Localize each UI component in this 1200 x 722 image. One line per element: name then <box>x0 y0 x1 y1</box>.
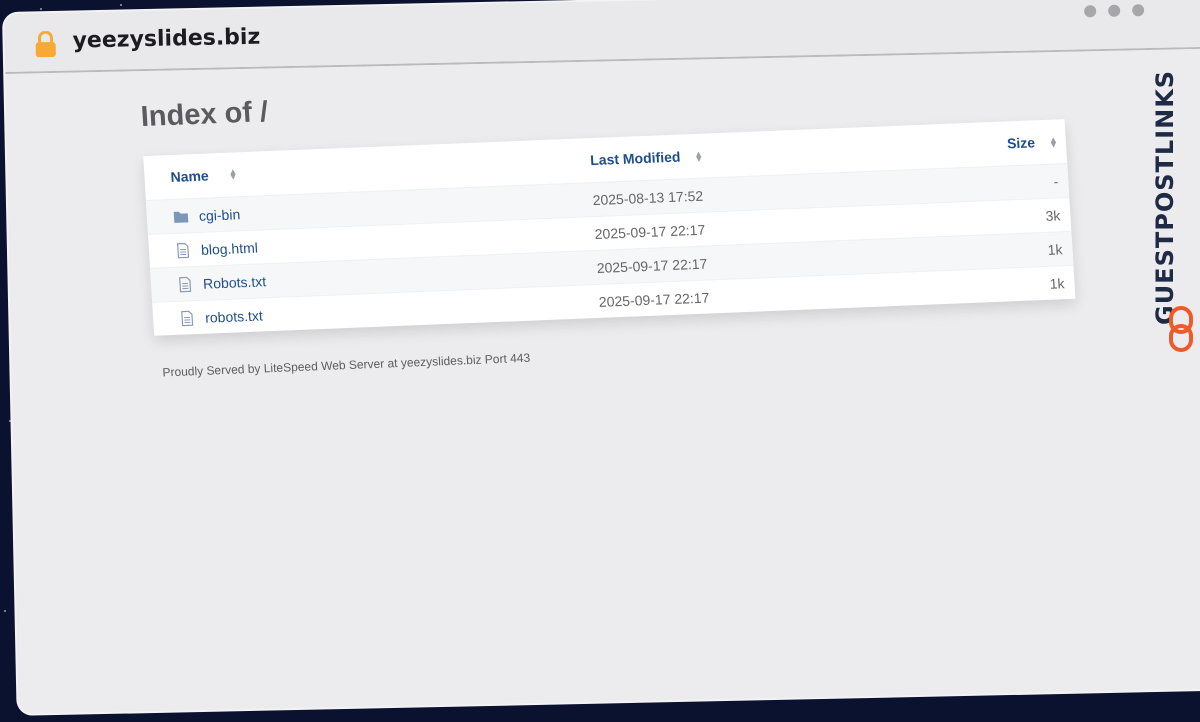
sort-icon[interactable]: ▲ ▼ <box>694 149 704 164</box>
column-header-label: Name <box>170 167 210 185</box>
file-table: Name ▲ ▼ Last Modified ▲ ▼ Size ▲ ▼ cgi-… <box>143 119 1076 336</box>
server-footer: Proudly Served by LiteSpeed Web Server a… <box>162 350 531 380</box>
file-icon <box>179 276 192 292</box>
column-header-label: Last Modified <box>589 148 681 169</box>
modified-cell: 2025-08-13 17:52 <box>592 187 704 208</box>
window-dot[interactable] <box>1108 4 1121 17</box>
size-cell: 1k <box>1049 274 1065 292</box>
file-icon <box>176 242 190 258</box>
directory-listing-page: Index of / Name ▲ ▼ Last Modified ▲ ▼ Size… <box>140 64 1086 380</box>
window-dot[interactable] <box>1132 4 1145 17</box>
window-dot[interactable] <box>1084 5 1097 18</box>
modified-cell: 2025-09-17 22:17 <box>594 221 706 242</box>
column-header-modified[interactable]: Last Modified ▲ ▼ <box>586 139 911 169</box>
file-link[interactable]: blog.html <box>201 239 259 257</box>
file-icon <box>181 310 194 326</box>
folder-icon <box>173 211 189 223</box>
size-cell: 1k <box>1047 240 1063 258</box>
address-bar-url[interactable]: yeezyslides.biz <box>72 25 260 54</box>
file-link[interactable]: robots.txt <box>205 307 264 325</box>
modified-cell: 2025-09-17 22:17 <box>596 255 708 276</box>
file-link[interactable]: Robots.txt <box>203 273 267 292</box>
file-name-cell: robots.txt <box>153 294 596 328</box>
modified-cell: 2025-09-17 22:17 <box>598 288 710 310</box>
sort-icon[interactable]: ▲ ▼ <box>228 166 238 181</box>
column-header-label: Size <box>1006 134 1036 152</box>
page-viewport: Index of / Name ▲ ▼ Last Modified ▲ ▼ Size… <box>5 48 1200 721</box>
window-controls <box>1084 4 1145 18</box>
column-header-size[interactable]: Size ▲ ▼ <box>909 133 1066 155</box>
lock-icon <box>35 30 56 58</box>
browser-window: yeezyslides.biz Index of / Name ▲ ▼ Last … <box>4 0 1200 714</box>
sort-icon[interactable]: ▲ ▼ <box>1048 135 1058 150</box>
size-cell: - <box>1053 172 1059 190</box>
chain-link-logo-icon <box>1169 306 1193 352</box>
size-cell: 3k <box>1045 206 1061 224</box>
brand-watermark-text: GUESTPOSTLINKS <box>1151 69 1179 325</box>
file-link[interactable]: cgi-bin <box>198 206 240 224</box>
column-header-name[interactable]: Name ▲ ▼ <box>144 152 587 186</box>
